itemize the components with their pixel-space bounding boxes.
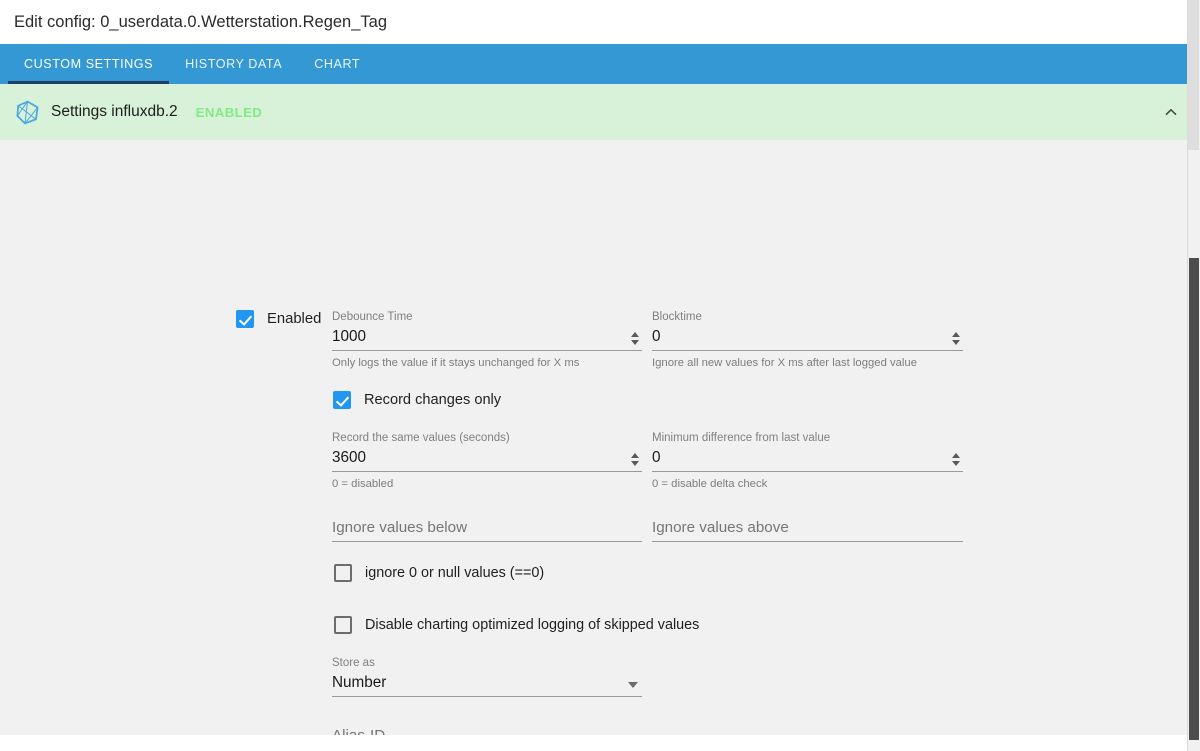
record-same-values-input-wrap[interactable]: 3600 <box>332 445 642 472</box>
disable-charting-optimized-label: Disable charting optimized logging of sk… <box>365 617 699 633</box>
blocktime-input[interactable]: 0 <box>652 325 949 350</box>
alias-id-field[interactable]: Alias-ID if Alias-ID is set, the data wi… <box>332 723 963 735</box>
page-title: Edit config: 0_userdata.0.Wetterstation.… <box>0 0 1200 44</box>
influxdb-icon <box>14 99 41 126</box>
minimum-difference-field[interactable]: Minimum difference from last value 0 0 =… <box>652 431 963 491</box>
stepper-down-icon[interactable] <box>952 340 960 345</box>
settings-panel-title: Settings influxdb.2 <box>51 103 178 121</box>
stepper-down-icon[interactable] <box>952 461 960 466</box>
debounce-time-label: Debounce Time <box>332 310 642 324</box>
debounce-time-field[interactable]: Debounce Time 1000 Only logs the value i… <box>332 310 642 370</box>
blocktime-stepper[interactable] <box>949 327 963 349</box>
store-as-label: Store as <box>332 656 642 670</box>
tab-chart-label: CHART <box>314 57 360 71</box>
ignore-values-above-input[interactable]: Ignore values above <box>652 516 963 541</box>
page-scrollbar[interactable] <box>1187 0 1200 751</box>
record-same-values-input[interactable]: 3600 <box>332 446 628 471</box>
stepper-up-icon[interactable] <box>952 332 960 337</box>
enabled-checkbox[interactable]: Enabled <box>236 310 321 328</box>
minimum-difference-input-wrap[interactable]: 0 <box>652 445 963 472</box>
alias-id-input[interactable]: Alias-ID <box>332 724 963 735</box>
blocktime-input-wrap[interactable]: 0 <box>652 324 963 351</box>
record-changes-only-label: Record changes only <box>364 392 501 408</box>
debounce-time-input[interactable]: 1000 <box>332 325 628 350</box>
ignore-values-below-input-wrap[interactable]: Ignore values below <box>332 515 642 542</box>
record-same-values-field[interactable]: Record the same values (seconds) 3600 0 … <box>332 431 642 491</box>
tab-history-data[interactable]: HISTORY DATA <box>169 44 298 84</box>
settings-panel-body: Enabled Debounce Time 1000 Only logs the… <box>0 140 1200 735</box>
status-badge: ENABLED <box>196 105 263 120</box>
disable-charting-optimized-checkbox[interactable]: Disable charting optimized logging of sk… <box>334 616 699 634</box>
debounce-time-hint: Only logs the value if it stays unchange… <box>332 356 642 370</box>
tab-custom-settings-label: CUSTOM SETTINGS <box>24 57 153 71</box>
minimum-difference-hint: 0 = disable delta check <box>652 477 963 491</box>
record-same-values-stepper[interactable] <box>628 448 642 470</box>
record-same-values-label: Record the same values (seconds) <box>332 431 642 445</box>
stepper-down-icon[interactable] <box>631 340 639 345</box>
chevron-up-glyph <box>1163 104 1179 120</box>
record-changes-only-checkbox-box <box>333 391 351 409</box>
store-as-select[interactable]: Number <box>332 671 628 696</box>
scrollbar-track-upper[interactable] <box>1188 0 1199 150</box>
stepper-up-icon[interactable] <box>631 453 639 458</box>
enabled-checkbox-box <box>236 310 254 328</box>
ignore-zero-null-checkbox-box <box>334 564 352 582</box>
stepper-down-icon[interactable] <box>631 461 639 466</box>
ignore-values-below-field[interactable]: Ignore values below <box>332 515 642 542</box>
tab-custom-settings[interactable]: CUSTOM SETTINGS <box>8 44 169 84</box>
debounce-time-input-wrap[interactable]: 1000 <box>332 324 642 351</box>
blocktime-label: Blocktime <box>652 310 963 324</box>
tab-chart[interactable]: CHART <box>298 44 376 84</box>
store-as-select-wrap[interactable]: Number <box>332 670 642 697</box>
store-as-field[interactable]: Store as Number <box>332 656 642 697</box>
record-changes-only-checkbox[interactable]: Record changes only <box>333 391 501 409</box>
ignore-values-below-input[interactable]: Ignore values below <box>332 516 642 541</box>
ignore-values-above-field[interactable]: Ignore values above <box>652 515 963 542</box>
stepper-up-icon[interactable] <box>631 332 639 337</box>
record-same-values-hint: 0 = disabled <box>332 477 642 491</box>
disable-charting-optimized-checkbox-box <box>334 616 352 634</box>
enabled-checkbox-label: Enabled <box>267 311 321 327</box>
stepper-up-icon[interactable] <box>952 453 960 458</box>
settings-panel-header[interactable]: Settings influxdb.2 ENABLED <box>0 84 1200 140</box>
blocktime-field[interactable]: Blocktime 0 Ignore all new values for X … <box>652 310 963 370</box>
scrollbar-thumb[interactable] <box>1189 258 1199 740</box>
ignore-zero-null-label: ignore 0 or null values (==0) <box>365 565 544 581</box>
alias-id-input-wrap[interactable]: Alias-ID <box>332 723 963 735</box>
tab-bar: CUSTOM SETTINGS HISTORY DATA CHART <box>0 44 1200 84</box>
chevron-up-icon[interactable] <box>1156 97 1186 127</box>
chevron-down-icon[interactable] <box>628 682 638 688</box>
tab-history-data-label: HISTORY DATA <box>185 57 282 71</box>
blocktime-hint: Ignore all new values for X ms after las… <box>652 356 963 370</box>
ignore-zero-null-checkbox[interactable]: ignore 0 or null values (==0) <box>334 564 544 582</box>
debounce-time-stepper[interactable] <box>628 327 642 349</box>
ignore-values-above-input-wrap[interactable]: Ignore values above <box>652 515 963 542</box>
minimum-difference-input[interactable]: 0 <box>652 446 949 471</box>
minimum-difference-stepper[interactable] <box>949 448 963 470</box>
minimum-difference-label: Minimum difference from last value <box>652 431 963 445</box>
